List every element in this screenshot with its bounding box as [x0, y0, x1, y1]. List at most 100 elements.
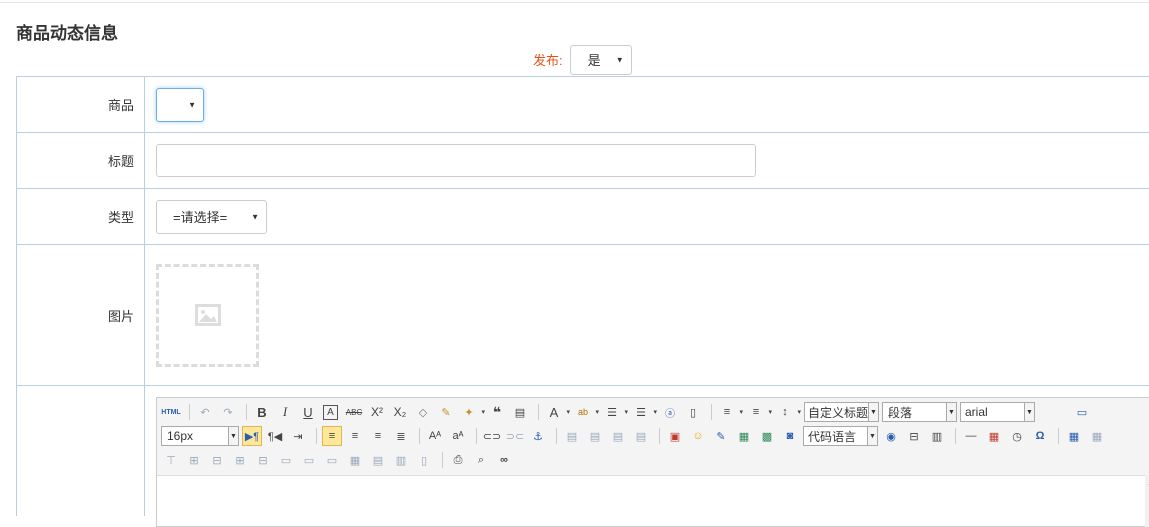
print-icon[interactable]: ⎙: [448, 450, 468, 470]
eraser-icon[interactable]: ◇: [413, 402, 433, 422]
link-icon[interactable]: ⊂⊃: [482, 426, 502, 446]
html-source-button[interactable]: HTML: [161, 402, 181, 422]
attachment-icon[interactable]: ✎: [711, 426, 731, 446]
to-uppercase-icon[interactable]: Aᴬ: [425, 426, 445, 446]
image-right-icon[interactable]: ▤: [608, 426, 628, 446]
insert-image-icon[interactable]: ▣: [665, 426, 685, 446]
toolbar-row-3: ⊤ ⊞ ⊟ ⊞ ⊟ ▭ ▭ ▭ ▦ ▤ ▥ ▯ ⎙ ⌕ ∞: [161, 449, 517, 471]
emotion-icon[interactable]: ☺: [688, 426, 708, 446]
split-to-cells-icon[interactable]: ▦: [345, 450, 365, 470]
image-field: [145, 245, 1149, 385]
map-icon[interactable]: ▦: [734, 426, 754, 446]
music-icon[interactable]: ◙: [780, 426, 800, 446]
insert-paragraph-before-table-icon[interactable]: ⊤: [161, 450, 181, 470]
insert-row-icon[interactable]: ⊞: [184, 450, 204, 470]
delete-col-icon[interactable]: ⊟: [253, 450, 273, 470]
chevron-down-icon: ▼: [615, 55, 624, 64]
font-family-select[interactable]: arial ▼: [960, 402, 1035, 422]
headline-field: [145, 133, 1149, 188]
image-upload-placeholder[interactable]: [156, 263, 259, 367]
blockquote-icon[interactable]: ❝: [487, 402, 507, 422]
background-color-icon[interactable]: ab: [573, 402, 599, 422]
date-icon[interactable]: ▦: [984, 426, 1004, 446]
line-height-icon[interactable]: ↕: [775, 402, 801, 422]
horizontal-rule-icon[interactable]: —: [961, 426, 981, 446]
bold-icon[interactable]: B: [252, 402, 272, 422]
font-border-icon[interactable]: A: [323, 404, 338, 420]
fullscreen-icon[interactable]: ▭: [1072, 402, 1092, 422]
italic-icon[interactable]: I: [275, 402, 295, 422]
split-to-rows-icon[interactable]: ▤: [368, 450, 388, 470]
editor-toolbar: HTML ↶ ↷ B I U A ABC X² X₂ ◇ ✎ ✦ ▾ ❝ ▤ A…: [157, 398, 1149, 476]
merge-down-icon[interactable]: ▭: [322, 450, 342, 470]
product-select[interactable]: ▼: [156, 87, 204, 122]
publish-select[interactable]: 是 ▼: [569, 44, 632, 75]
align-center-icon[interactable]: ≡: [345, 426, 365, 446]
image-label: 图片: [16, 245, 145, 385]
chevron-down-icon: ▼: [228, 427, 238, 445]
indent-icon[interactable]: ⇥: [288, 426, 308, 446]
chevron-down-icon: ▼: [946, 403, 956, 421]
delete-row-icon[interactable]: ⊟: [207, 450, 227, 470]
toolbar-row-2: 16px ▼ ▶¶ ¶◀ ⇥ ≡ ≡ ≡ ≣ Aᴬ aᴬ ⊂⊃ ⊃⊂ ⚓ ▤ ▤…: [161, 425, 1110, 447]
headline-label: 标题: [16, 133, 145, 188]
align-left-icon[interactable]: ≡: [322, 426, 342, 446]
code-language-select[interactable]: 代码语言 ▼: [803, 426, 878, 446]
custom-heading-select[interactable]: 自定义标题 ▼: [804, 402, 879, 422]
publish-select-value: 是: [587, 53, 601, 68]
paragraph-format-value: 段落: [888, 405, 913, 420]
preview-icon[interactable]: ⌕: [471, 450, 491, 470]
anchor-icon[interactable]: ⚓: [528, 426, 548, 446]
select-all-icon[interactable]: ⓐ: [660, 402, 680, 422]
form-row-content: HTML ↶ ↷ B I U A ABC X² X₂ ◇ ✎ ✦ ▾ ❝ ▤ A…: [16, 385, 1149, 527]
direction-ltr-icon[interactable]: ▶¶: [242, 426, 262, 446]
font-color-icon[interactable]: A: [544, 402, 570, 422]
insert-table-icon[interactable]: ▦: [1064, 426, 1084, 446]
search-replace-icon[interactable]: ∞: [494, 450, 514, 470]
charts-icon[interactable]: ▯: [414, 450, 434, 470]
video-icon[interactable]: ▩: [757, 426, 777, 446]
editor-scrollbar[interactable]: ▲: [1145, 475, 1149, 527]
strikethrough-icon[interactable]: ABC: [344, 402, 364, 422]
align-right-icon[interactable]: ≡: [368, 426, 388, 446]
superscript-icon[interactable]: X²: [367, 402, 387, 422]
chevron-down-icon: ▼: [1024, 403, 1034, 421]
paste-plain-icon[interactable]: ▤: [510, 402, 530, 422]
toolbar-separator: [711, 404, 712, 420]
unordered-list-icon[interactable]: ☰: [631, 402, 657, 422]
insert-col-icon[interactable]: ⊞: [230, 450, 250, 470]
row-spacing-bottom-icon[interactable]: ≡: [746, 402, 772, 422]
underline-icon[interactable]: U: [298, 402, 318, 422]
page-break-icon[interactable]: ⊟: [904, 426, 924, 446]
direction-rtl-icon[interactable]: ¶◀: [265, 426, 285, 446]
unlink-icon[interactable]: ⊃⊂: [505, 426, 525, 446]
redo-icon[interactable]: ↷: [218, 402, 238, 422]
format-brush-icon[interactable]: ✎: [436, 402, 456, 422]
type-select[interactable]: =请选择= ▼: [156, 199, 267, 234]
font-size-select[interactable]: 16px ▼: [161, 426, 239, 446]
webapp-icon[interactable]: ◉: [881, 426, 901, 446]
merge-right-icon[interactable]: ▭: [299, 450, 319, 470]
row-spacing-top-icon[interactable]: ≡: [717, 402, 743, 422]
content-field: HTML ↶ ↷ B I U A ABC X² X₂ ◇ ✎ ✦ ▾ ❝ ▤ A…: [145, 386, 1149, 527]
toolbar-separator: [189, 404, 190, 420]
split-to-cols-icon[interactable]: ▥: [391, 450, 411, 470]
ordered-list-icon[interactable]: ☰: [602, 402, 628, 422]
align-justify-icon[interactable]: ≣: [391, 426, 411, 446]
subscript-icon[interactable]: X₂: [390, 402, 410, 422]
auto-format-icon[interactable]: ✦: [459, 402, 485, 422]
delete-table-icon[interactable]: ▦: [1087, 426, 1107, 446]
clear-document-icon[interactable]: ▯: [683, 402, 703, 422]
special-chars-icon[interactable]: Ω: [1030, 426, 1050, 446]
template-icon[interactable]: ▥: [927, 426, 947, 446]
info-form: 商品 ▼ 标题 类型 =请选择= ▼ 图片 HTML ↶ ↷ B I U A A…: [16, 76, 1149, 527]
image-none-icon[interactable]: ▤: [562, 426, 582, 446]
merge-cells-icon[interactable]: ▭: [276, 450, 296, 470]
to-lowercase-icon[interactable]: aᴬ: [448, 426, 468, 446]
undo-icon[interactable]: ↶: [195, 402, 215, 422]
image-left-icon[interactable]: ▤: [585, 426, 605, 446]
image-center-icon[interactable]: ▤: [631, 426, 651, 446]
headline-input[interactable]: [156, 144, 756, 177]
paragraph-format-select[interactable]: 段落 ▼: [882, 402, 957, 422]
time-icon[interactable]: ◷: [1007, 426, 1027, 446]
